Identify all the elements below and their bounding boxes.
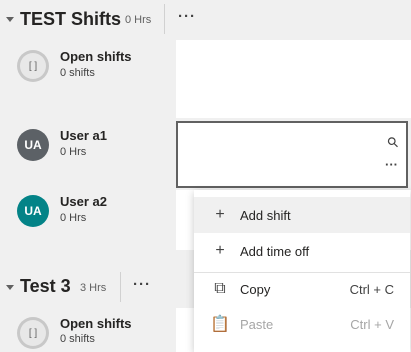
group-title: TEST Shifts: [20, 9, 122, 29]
copy-icon: ⧉: [214, 280, 226, 297]
search-icon[interactable]: ⚲: [383, 133, 402, 152]
group-hours: 0 Hrs: [125, 14, 152, 26]
avatar[interactable]: UA: [17, 129, 49, 161]
group-more-button[interactable]: ···: [178, 9, 196, 24]
schedule-cell-open-shifts[interactable]: [176, 40, 411, 118]
group-hours: 3 Hrs: [80, 282, 107, 294]
row-sub: 0 shifts: [60, 333, 95, 345]
menu-item-add-shift[interactable]: + Add shift: [194, 197, 410, 233]
plus-icon: +: [215, 242, 225, 259]
row-sub: 0 Hrs: [60, 212, 87, 224]
row-name: Open shifts: [60, 316, 132, 331]
context-menu: + Add shift + Add time off ⧉ Copy Ctrl +…: [194, 190, 410, 352]
row-name: Open shifts: [60, 49, 132, 64]
menu-item-label: Paste: [240, 316, 274, 332]
schedule-cell-user-a1[interactable]: ⚲ ···: [176, 121, 408, 188]
row-sub: 0 shifts: [60, 67, 95, 79]
menu-item-paste[interactable]: 📋 Paste Ctrl + V: [194, 306, 410, 342]
menu-item-add-time-off[interactable]: + Add time off: [194, 233, 410, 269]
collapse-chevron-icon[interactable]: [6, 17, 14, 22]
menu-item-copy[interactable]: ⧉ Copy Ctrl + C: [194, 271, 410, 307]
group-title: Test 3: [20, 276, 71, 296]
menu-item-shortcut: Ctrl + C: [349, 281, 394, 297]
row-sub: 0 Hrs: [60, 146, 87, 158]
divider: [164, 4, 165, 34]
group-more-button[interactable]: ···: [133, 277, 151, 292]
open-shifts-avatar: [ ]: [17, 317, 49, 349]
open-shifts-icon: [ ]: [20, 53, 46, 79]
plus-icon: +: [215, 206, 225, 223]
divider: [120, 272, 121, 302]
paste-icon: 📋: [210, 316, 230, 333]
open-shifts-avatar: [ ]: [17, 50, 49, 82]
menu-item-label: Add time off: [240, 243, 310, 259]
open-shifts-icon: [ ]: [20, 320, 46, 346]
collapse-chevron-icon[interactable]: [6, 285, 14, 290]
menu-item-shortcut: Ctrl + V: [350, 316, 394, 332]
menu-item-label: Copy: [240, 281, 271, 297]
menu-item-label: Add shift: [240, 207, 291, 223]
row-name: User a2: [60, 194, 107, 209]
cell-more-icon[interactable]: ···: [385, 157, 398, 172]
avatar[interactable]: UA: [17, 195, 49, 227]
row-name: User a1: [60, 128, 107, 143]
